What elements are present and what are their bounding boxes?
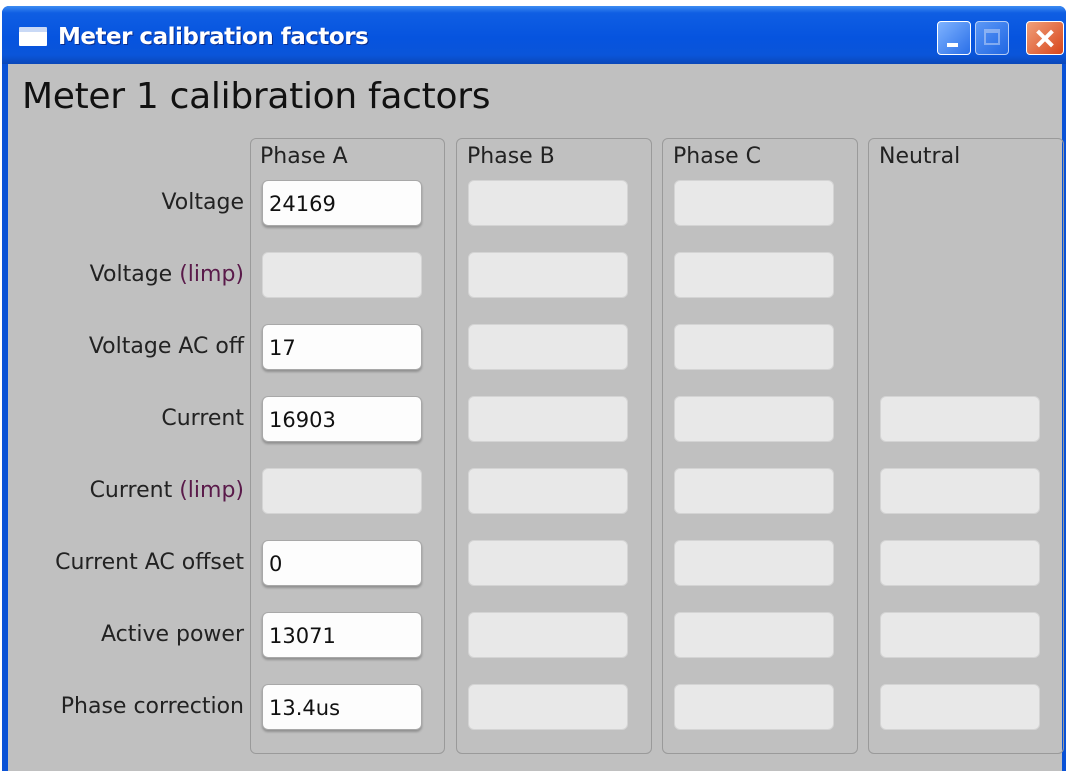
phase-c-voltage-field: [674, 180, 834, 226]
phase-a-voltage-limp-field: [262, 252, 422, 298]
phase-b-voltage-field: [468, 180, 628, 226]
phase-c-active-power-field: [674, 612, 834, 658]
window-title: Meter calibration factors: [58, 24, 369, 50]
column-header-phase-a: Phase A: [260, 144, 348, 169]
phase-c-group: [662, 138, 858, 754]
column-header-neutral: Neutral: [879, 144, 961, 169]
page-title: Meter 1 calibration factors: [22, 76, 491, 117]
neutral-group: [868, 138, 1064, 754]
phase-a-current-limp-field: [262, 468, 422, 514]
neutral-current-ac-offset-field: [880, 540, 1040, 586]
phase-c-voltage-limp-field: [674, 252, 834, 298]
title-bar[interactable]: Meter calibration factors: [2, 6, 1066, 64]
phase-a-active-power-field[interactable]: 13071: [262, 612, 422, 658]
phase-c-voltage-ac-off-field: [674, 324, 834, 370]
column-header-phase-c: Phase C: [673, 144, 762, 169]
row-label-current-ac-offset: Current AC offset: [55, 550, 244, 575]
row-label-voltage-ac-off: Voltage AC off: [88, 334, 244, 359]
phase-c-current-limp-field: [674, 468, 834, 514]
phase-a-current-ac-offset-field[interactable]: 0: [262, 540, 422, 586]
row-label-phase-correction: Phase correction: [60, 694, 244, 719]
minimize-icon[interactable]: [937, 21, 971, 55]
phase-a-current-field[interactable]: 16903: [262, 396, 422, 442]
row-label-voltage-limp: Voltage (limp): [89, 262, 244, 287]
column-header-phase-b: Phase B: [467, 144, 555, 169]
phase-a-voltage-ac-off-field[interactable]: 17: [262, 324, 422, 370]
phase-b-group: [456, 138, 652, 754]
window-app-icon: [19, 27, 47, 46]
row-label-voltage: Voltage: [161, 190, 244, 215]
phase-a-voltage-field[interactable]: 24169: [262, 180, 422, 226]
row-label-current: Current: [161, 406, 244, 431]
phase-a-group: [250, 138, 445, 754]
phase-c-current-ac-offset-field: [674, 540, 834, 586]
phase-b-phase-correction-field: [468, 684, 628, 730]
phase-b-current-limp-field: [468, 468, 628, 514]
neutral-active-power-field: [880, 612, 1040, 658]
close-icon[interactable]: [1026, 21, 1064, 55]
maximize-icon[interactable]: [975, 21, 1009, 55]
phase-a-phase-correction-field[interactable]: 13.4us: [262, 684, 422, 730]
phase-c-current-field: [674, 396, 834, 442]
neutral-current-limp-field: [880, 468, 1040, 514]
row-label-active-power: Active power: [100, 622, 244, 647]
row-label-current-limp: Current (limp): [89, 478, 244, 503]
phase-b-voltage-limp-field: [468, 252, 628, 298]
phase-c-phase-correction-field: [674, 684, 834, 730]
phase-b-current-ac-offset-field: [468, 540, 628, 586]
phase-b-active-power-field: [468, 612, 628, 658]
phase-b-current-field: [468, 396, 628, 442]
neutral-phase-correction-field: [880, 684, 1040, 730]
phase-b-voltage-ac-off-field: [468, 324, 628, 370]
neutral-current-field: [880, 396, 1040, 442]
